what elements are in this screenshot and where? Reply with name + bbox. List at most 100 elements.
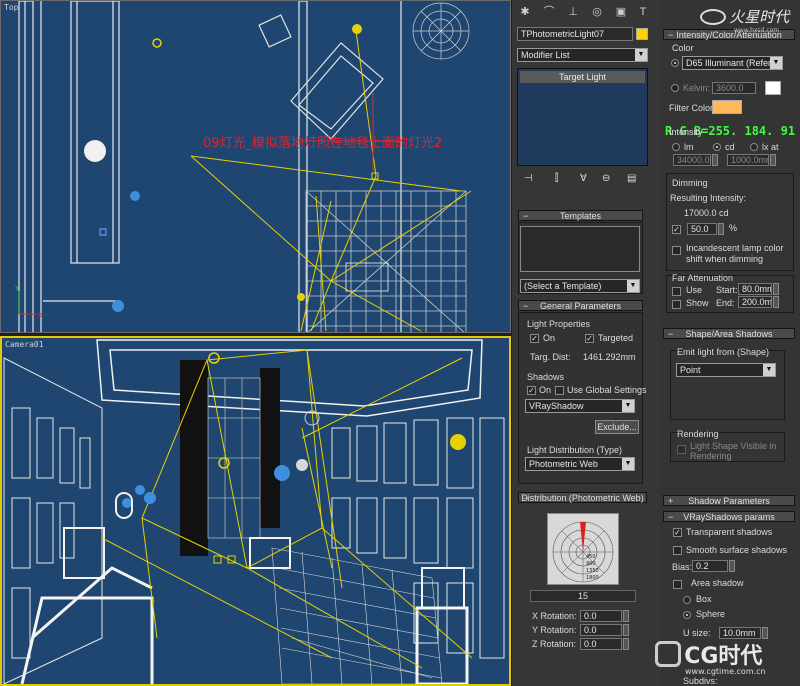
bias-field[interactable]: 0.2 (692, 560, 728, 572)
lux-radio[interactable] (750, 143, 758, 151)
kelvin-field[interactable]: 3600.0 (712, 82, 756, 94)
z-rotation-field[interactable]: 0.0 (580, 638, 622, 650)
lux-distance-field[interactable]: 1000.0mm (727, 154, 769, 166)
object-name-field[interactable]: TPhotometricLight07 (517, 27, 633, 41)
far-start-field[interactable]: 80.0mm (738, 283, 772, 295)
rendering-label: Rendering (677, 429, 719, 439)
configure-sets-icon[interactable]: ▤ (627, 173, 636, 184)
lumen-radio[interactable] (672, 143, 680, 151)
make-unique-icon[interactable]: ∀ (580, 173, 587, 184)
bias-label: Bias: (672, 562, 693, 572)
smooth-surface-checkbox[interactable] (673, 546, 682, 555)
pin-stack-icon[interactable]: ⊣ (524, 173, 533, 184)
hierarchy-tab-icon[interactable]: ⊥ (564, 4, 582, 20)
template-select[interactable]: (Select a Template) ▼ (520, 279, 640, 293)
light-distribution-dropdown[interactable]: Photometric Web ▼ (525, 457, 635, 471)
modifier-stack[interactable]: Target Light (517, 68, 648, 166)
shadows-on-checkbox[interactable]: ✓ (527, 386, 536, 395)
lux-label: lx at (762, 142, 779, 152)
svg-text:y: y (15, 283, 19, 291)
templates-textarea[interactable] (520, 226, 640, 272)
dimming-percent-field[interactable]: 50.0 (687, 223, 717, 235)
bias-spinner[interactable] (729, 560, 735, 572)
incandescent-checkbox[interactable] (672, 246, 681, 255)
light-distribution-label: Light Distribution (Type) (527, 445, 623, 455)
distribution-rollup[interactable]: − Distribution (Photometric Web) (518, 492, 647, 503)
resulting-intensity-label: Resulting Intensity: (670, 193, 747, 203)
far-end-field[interactable]: 200.0mm (738, 296, 772, 308)
chevron-down-icon: ▼ (763, 364, 775, 376)
y-rotation-label: Y Rotation: (532, 625, 577, 635)
y-rotation-field[interactable]: 0.0 (580, 624, 622, 636)
shadow-type-label: VRayShadow (529, 401, 584, 411)
filter-color-swatch[interactable] (712, 100, 742, 114)
general-parameters-rollup[interactable]: − General Parameters (518, 300, 643, 311)
shadow-type-dropdown[interactable]: VRayShadow ▼ (525, 399, 635, 413)
web-file-button[interactable]: 15 (530, 590, 636, 602)
create-tab-icon[interactable]: ✱ (516, 4, 534, 20)
intensity-spinner[interactable] (712, 154, 718, 166)
x-rotation-spinner[interactable] (623, 610, 629, 622)
lumen-label: lm (684, 142, 694, 152)
modify-tab-icon[interactable]: ⌒ (540, 4, 558, 20)
light-on-checkbox[interactable]: ✓ (530, 334, 539, 343)
motion-tab-icon[interactable]: ◎ (588, 4, 606, 20)
kelvin-radio[interactable] (671, 84, 679, 92)
camera-viewport[interactable]: Camera01 (0, 336, 511, 686)
shadow-parameters-rollup[interactable]: + Shadow Parameters (663, 495, 795, 506)
targeted-checkbox[interactable]: ✓ (585, 334, 594, 343)
lux-distance-spinner[interactable] (770, 154, 776, 166)
top-viewport-label[interactable]: Top (4, 3, 18, 12)
object-color-swatch[interactable] (636, 28, 648, 40)
area-shadow-checkbox[interactable] (673, 580, 682, 589)
modifier-list-dropdown[interactable]: Modifier List ▼ (517, 48, 648, 62)
chevron-down-icon: ▼ (622, 458, 634, 470)
illuminant-radio[interactable] (671, 59, 679, 67)
cgtime-logo-text: CG时代 (684, 644, 763, 669)
emit-shape-dropdown[interactable]: Point ▼ (676, 363, 776, 377)
far-end-spinner[interactable] (773, 296, 779, 308)
emit-shape-group (670, 350, 785, 420)
top-viewport[interactable]: y x Top 09灯光_模拟落地灯照在地毯上面的灯光2 (0, 0, 511, 333)
candela-radio[interactable] (713, 143, 721, 151)
dimming-checkbox[interactable]: ✓ (672, 225, 681, 234)
display-tab-icon[interactable]: ▣ (612, 4, 630, 20)
box-radio[interactable] (683, 596, 691, 604)
transparent-shadows-label: Transparent shadows (686, 527, 773, 537)
shape-visible-checkbox[interactable] (677, 445, 686, 454)
far-show-checkbox[interactable] (672, 300, 681, 309)
stack-item-target-light[interactable]: Target Light (520, 71, 645, 83)
shape-area-shadows-rollup[interactable]: − Shape/Area Shadows (663, 328, 795, 339)
remove-modifier-icon[interactable]: ⊖ (602, 173, 610, 184)
sphere-radio[interactable] (683, 611, 691, 619)
show-end-result-icon[interactable]: ⫿ (555, 173, 558, 184)
far-use-checkbox[interactable] (672, 287, 681, 296)
illuminant-dropdown[interactable]: D65 Illuminant (Reference ▼ (682, 56, 783, 70)
photometric-web-graph[interactable]: 450 900 1350 1800 (547, 513, 619, 585)
web-ring-label: 900 (586, 561, 596, 567)
z-rotation-spinner[interactable] (623, 638, 629, 650)
utilities-tab-icon[interactable]: T (634, 4, 652, 20)
intensity-value-field[interactable]: 34000.0 (673, 154, 711, 166)
vray-shadows-rollup[interactable]: − VRayShadows params (663, 511, 795, 522)
transparent-shadows-checkbox[interactable]: ✓ (673, 528, 682, 537)
axis-tripod: y x (15, 283, 42, 319)
use-global-settings-checkbox[interactable] (555, 386, 564, 395)
y-rotation-spinner[interactable] (623, 624, 629, 636)
exclude-button[interactable]: Exclude... (595, 420, 639, 434)
x-rotation-field[interactable]: 0.0 (580, 610, 622, 622)
light-cone-lines (190, 30, 472, 332)
cgtime-logo: CG时代 www.cgtime.com.cn (655, 638, 766, 676)
shape-visible-label: Light Shape Visible in (690, 441, 777, 451)
hxsd-logo-text: 火星时代 (729, 8, 790, 26)
dimming-spinner[interactable] (718, 223, 724, 235)
vray-shadows-title: VRayShadows params (683, 512, 775, 522)
camera-viewport-label[interactable]: Camera01 (5, 340, 44, 349)
kelvin-color-swatch[interactable] (765, 81, 781, 95)
hxsd-logo: 火星时代 www.hxsd.com (700, 6, 789, 34)
chair-wireframe (258, 14, 384, 140)
color-label: Color (672, 43, 694, 53)
templates-rollup[interactable]: − Templates (518, 210, 643, 221)
web-ring-label: 1350 (586, 568, 599, 574)
far-start-spinner[interactable] (773, 283, 779, 295)
